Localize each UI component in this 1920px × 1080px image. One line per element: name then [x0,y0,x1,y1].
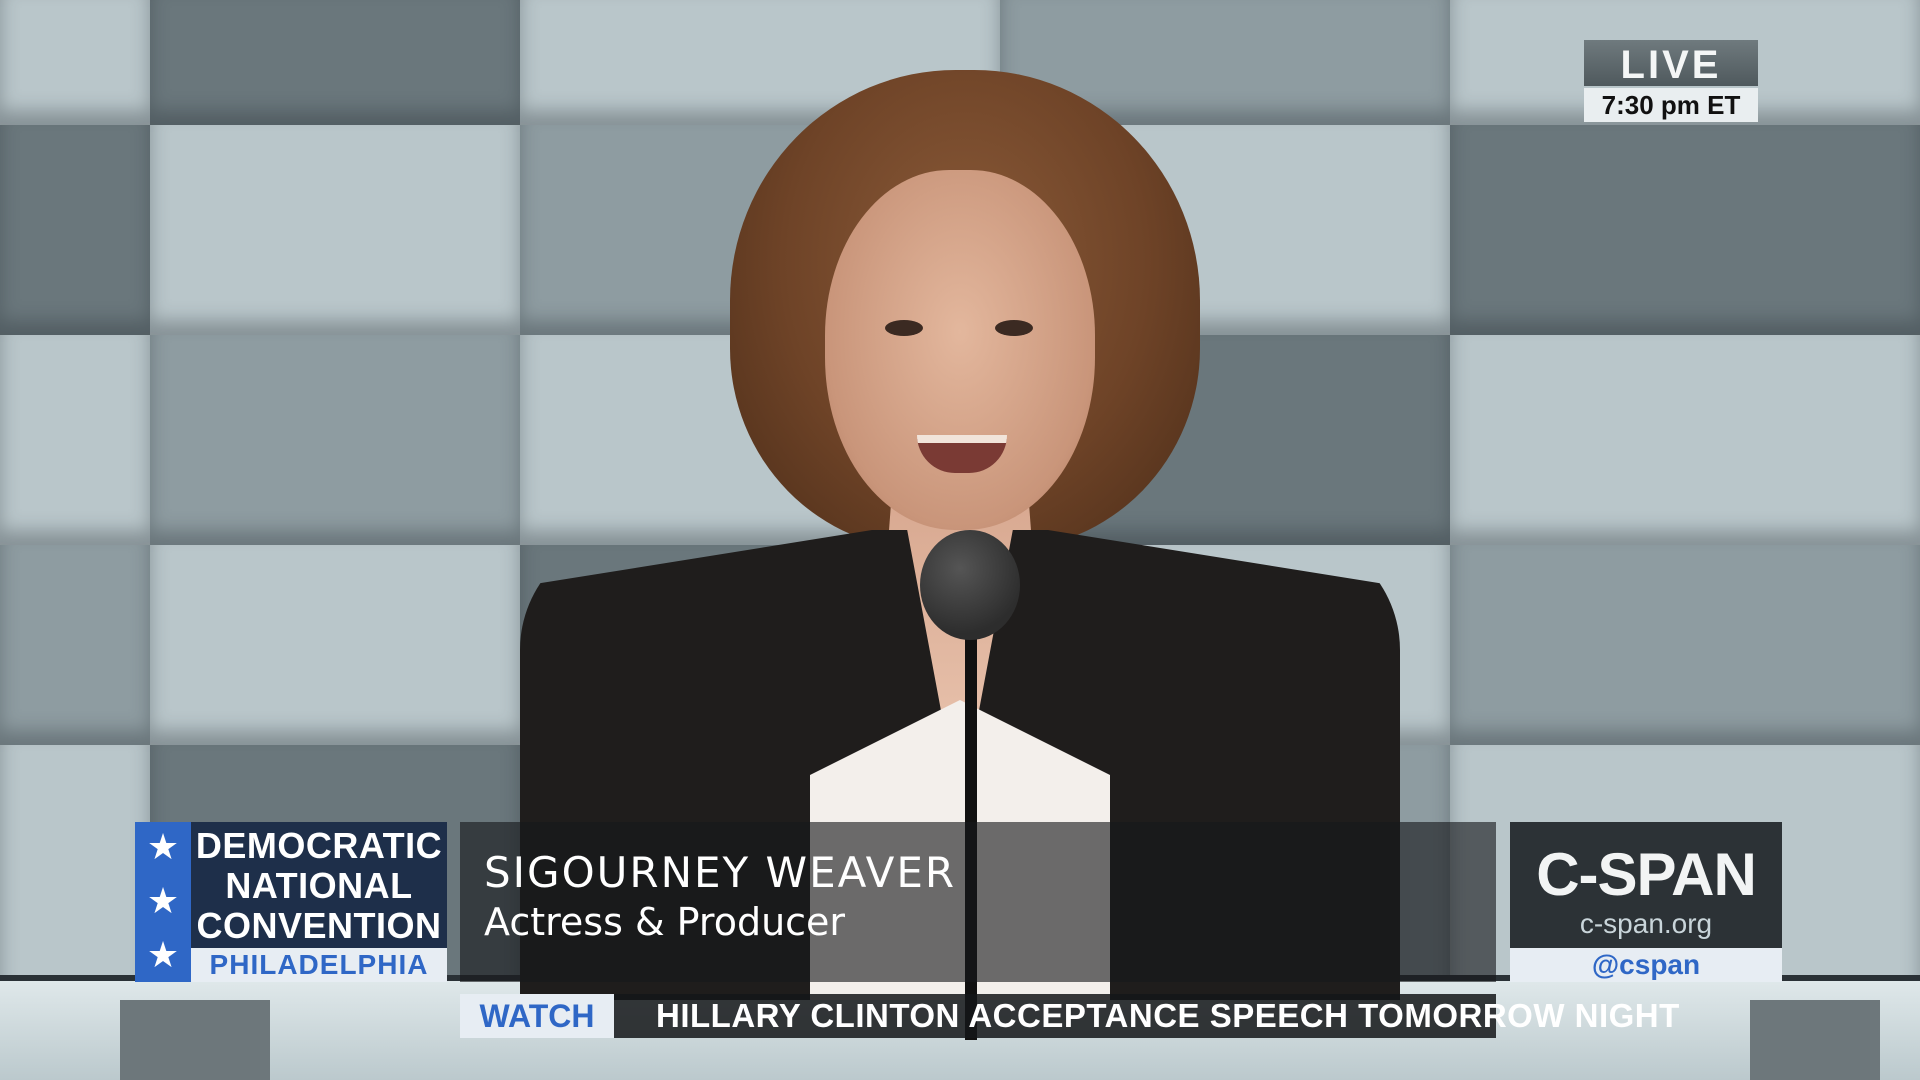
dnc-title-line: CONVENTION [196,905,442,946]
dnc-title-line: DEMOCRATIC [195,825,443,866]
backdrop-tile [0,545,150,745]
speaker-name: SIGOURNEY WEAVER [484,848,957,897]
backdrop-tile [150,0,520,125]
backdrop-tile [150,545,520,745]
live-label: LIVE [1584,40,1758,87]
ticker-text: HILLARY CLINTON ACCEPTANCE SPEECH TOMORR… [656,997,1680,1034]
dnc-city: PHILADELPHIA [191,948,447,982]
ticker-bar: WATCH HILLARY CLINTON ACCEPTANCE SPEECH … [460,994,1679,1038]
broadcast-time: 7:30 pm ET [1584,88,1758,122]
backdrop-tile [1450,125,1920,335]
backdrop-tile [150,125,520,335]
dnc-title-line: NATIONAL [225,865,413,906]
ticker-label: WATCH [460,994,614,1038]
live-bug: LIVE 7:30 pm ET [1584,40,1758,124]
dnc-logo: ★ ★ ★ DEMOCRATIC NATIONAL CONVENTION PHI… [135,822,447,982]
cspan-logo: C-SPAN c-span.org @cspan [1510,822,1782,982]
backdrop-tile [1450,545,1920,745]
cspan-wordmark: C-SPAN [1536,841,1757,908]
cspan-handle: @cspan [1510,948,1782,982]
lower-third: SIGOURNEY WEAVER Actress & Producer [460,822,1496,982]
backdrop-tile [0,0,150,125]
backdrop-tile [0,335,150,545]
backdrop-tile [0,125,150,335]
dnc-star-column: ★ ★ ★ [135,822,191,982]
microphone-icon [920,530,1020,640]
speaker-eye-left [885,320,923,336]
dnc-title: DEMOCRATIC NATIONAL CONVENTION [191,822,447,948]
star-icon: ★ [146,935,180,976]
backdrop-tile [150,335,520,545]
speaker-eye-right [995,320,1033,336]
cspan-url: c-span.org [1579,908,1713,939]
star-icon: ★ [146,881,180,922]
speaker-mouth [917,435,1007,473]
speaker-title: Actress & Producer [484,900,846,944]
backdrop-tile [1450,335,1920,545]
speaker-face [825,170,1095,530]
podium-panel-right [1750,1000,1880,1080]
star-icon: ★ [146,827,180,868]
podium-panel-left [120,1000,270,1080]
